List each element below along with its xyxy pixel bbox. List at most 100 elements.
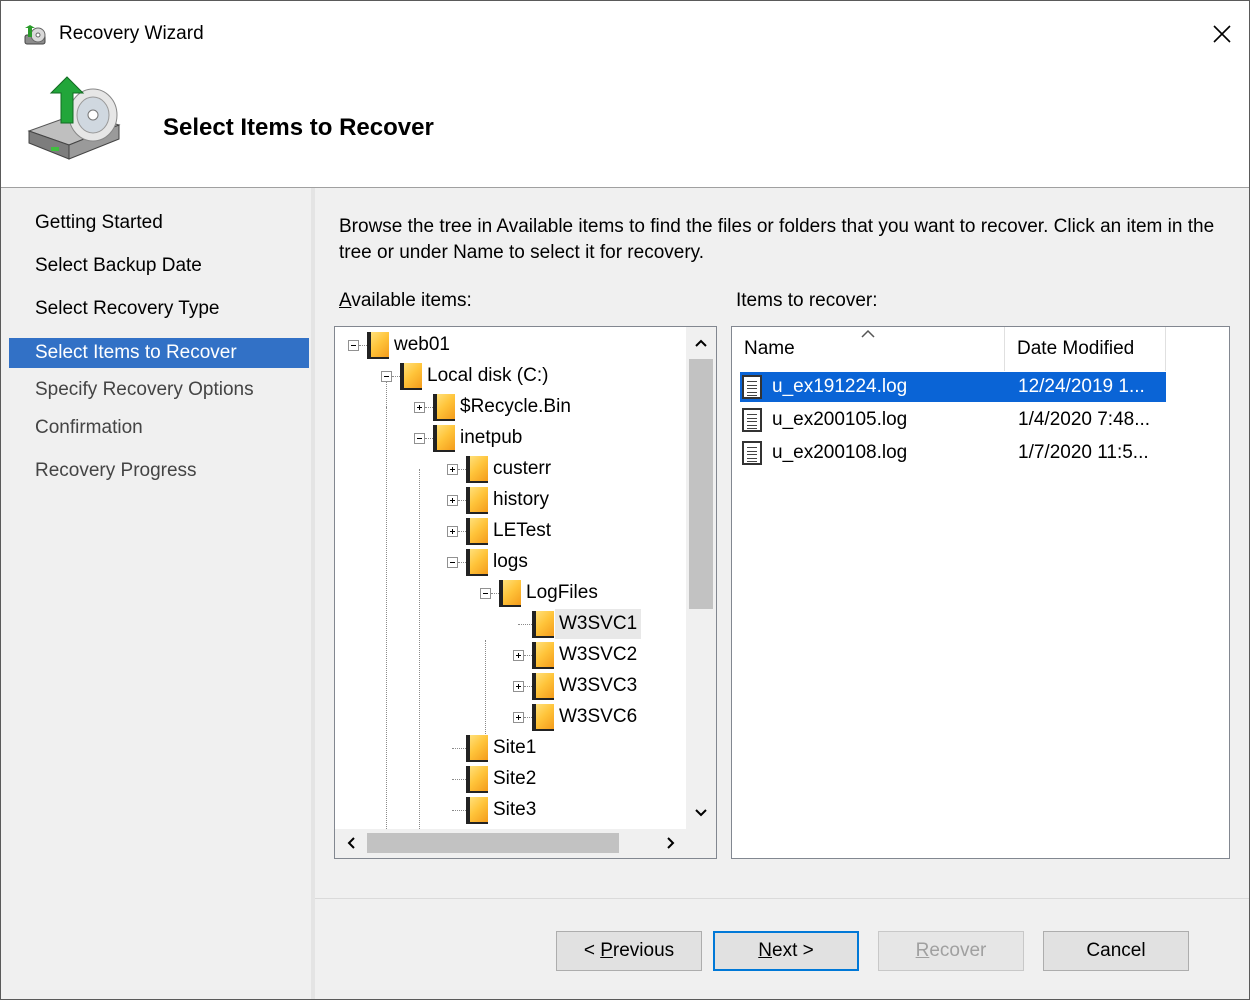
- tree-item-logs[interactable]: logs: [489, 547, 532, 577]
- step-select-recovery-type[interactable]: Select Recovery Type: [9, 294, 309, 324]
- scroll-right-icon[interactable]: [661, 833, 681, 853]
- collapse-icon[interactable]: [480, 588, 491, 599]
- expand-icon[interactable]: [513, 650, 524, 661]
- tree-connector: [458, 562, 466, 564]
- tree-item-letest[interactable]: LETest: [489, 516, 555, 546]
- tree-item-w3svc2[interactable]: W3SVC2: [555, 640, 641, 670]
- tree-connector: [491, 593, 499, 595]
- step-specify-recovery-options[interactable]: Specify Recovery Options: [9, 375, 309, 405]
- expand-icon[interactable]: [447, 464, 458, 475]
- tree-vertical-scroll-thumb[interactable]: [689, 359, 713, 609]
- available-items-label: Available items:: [339, 290, 472, 312]
- tree-connector: [458, 500, 466, 502]
- folder-icon: [400, 363, 422, 390]
- collapse-icon[interactable]: [381, 371, 392, 382]
- previous-button-label: revious: [612, 940, 675, 961]
- recovery-wizard-window: Recovery Wizard Select Items to Recover …: [0, 0, 1250, 1000]
- cancel-button[interactable]: Cancel: [1043, 931, 1189, 971]
- folder-icon: [433, 394, 455, 421]
- available-items-tree[interactable]: web01 Local disk (C:) $Recycle.Bin inetpub c…: [334, 326, 717, 859]
- tree-item-w3svc6[interactable]: W3SVC6: [555, 702, 641, 732]
- expand-icon[interactable]: [513, 681, 524, 692]
- step-select-items-to-recover[interactable]: Select Items to Recover: [9, 338, 309, 368]
- folder-icon: [466, 549, 488, 576]
- column-header-date-modified[interactable]: Date Modified: [1005, 327, 1166, 371]
- expand-icon[interactable]: [447, 526, 458, 537]
- next-button[interactable]: Next >: [713, 931, 859, 971]
- page-title: Select Items to Recover: [163, 114, 434, 141]
- expand-icon[interactable]: [414, 402, 425, 413]
- scroll-left-icon[interactable]: [341, 833, 361, 853]
- tree-horizontal-scroll-thumb[interactable]: [367, 833, 619, 853]
- list-item[interactable]: u_ex200108.log 1/7/2020 11:5...: [740, 438, 1166, 468]
- tree-item-custerr[interactable]: custerr: [489, 454, 555, 484]
- tree-item-site2[interactable]: Site2: [489, 764, 540, 794]
- tree-item-logfiles[interactable]: LogFiles: [522, 578, 602, 608]
- collapse-icon[interactable]: [414, 433, 425, 444]
- collapse-icon[interactable]: [348, 340, 359, 351]
- scroll-down-icon[interactable]: [691, 803, 711, 823]
- list-item[interactable]: u_ex191224.log 12/24/2019 1...: [740, 372, 1166, 402]
- tree-vertical-scrollbar[interactable]: [686, 327, 716, 829]
- folder-icon: [532, 642, 554, 669]
- tree-connector: [458, 469, 466, 471]
- tree-connector: [359, 345, 367, 347]
- tree-item-web01[interactable]: web01: [390, 330, 454, 360]
- window-title: Recovery Wizard: [59, 23, 204, 44]
- document-icon: [742, 375, 762, 399]
- previous-button-accel: P: [600, 940, 613, 961]
- recovery-wizard-icon: [24, 25, 46, 45]
- available-items-label-accel: A: [339, 290, 352, 311]
- recover-button[interactable]: Recover: [878, 931, 1024, 971]
- folder-icon: [466, 735, 488, 762]
- scroll-corner: [686, 829, 716, 858]
- expand-icon[interactable]: [447, 495, 458, 506]
- tree-item-w3svc3[interactable]: W3SVC3: [555, 671, 641, 701]
- tree-connector: [386, 376, 388, 829]
- tree-item-recycle-bin[interactable]: $Recycle.Bin: [456, 392, 575, 422]
- file-name: u_ex191224.log: [772, 376, 908, 397]
- close-button[interactable]: [1205, 17, 1239, 51]
- recover-button-accel: R: [915, 940, 930, 961]
- folder-icon: [466, 518, 488, 545]
- list-item[interactable]: u_ex200105.log 1/4/2020 7:48...: [740, 405, 1166, 435]
- next-button-accel: N: [758, 940, 772, 961]
- expand-icon[interactable]: [513, 712, 524, 723]
- items-to-recover-list[interactable]: Name Date Modified u_ex191224.log 12/24/2…: [731, 326, 1230, 859]
- main-content: Browse the tree in Available items to fi…: [315, 188, 1249, 999]
- tree-item-inetpub[interactable]: inetpub: [456, 423, 526, 453]
- next-button-label: ext >: [772, 940, 814, 961]
- column-header-name[interactable]: Name: [732, 327, 1005, 371]
- step-select-backup-date[interactable]: Select Backup Date: [9, 251, 309, 281]
- folder-icon: [466, 797, 488, 824]
- tree-connector: [392, 376, 400, 378]
- scroll-up-icon[interactable]: [691, 333, 711, 353]
- file-date-modified: 1/7/2020 11:5...: [1018, 442, 1149, 463]
- items-to-recover-label: Items to recover:: [736, 290, 878, 311]
- tree-item-history[interactable]: history: [489, 485, 553, 515]
- backup-disk-icon: [27, 76, 121, 160]
- previous-button-prefix: <: [583, 940, 601, 961]
- tree-item-site1[interactable]: Site1: [489, 733, 540, 763]
- collapse-icon[interactable]: [447, 557, 458, 568]
- tree-content: web01 Local disk (C:) $Recycle.Bin inetpub c…: [335, 327, 685, 829]
- document-icon: [742, 408, 762, 432]
- file-name: u_ex200105.log: [772, 409, 908, 430]
- step-confirmation[interactable]: Confirmation: [9, 413, 309, 443]
- previous-button[interactable]: < Previous: [556, 931, 702, 971]
- column-header-name-label: Name: [744, 338, 795, 359]
- tree-item-w3svc1[interactable]: W3SVC1: [555, 609, 642, 639]
- tree-connector: [524, 686, 532, 688]
- tree-horizontal-scrollbar[interactable]: [335, 829, 686, 858]
- cancel-button-label: Cancel: [1086, 940, 1146, 961]
- tree-item-site3[interactable]: Site3: [489, 795, 540, 825]
- steps-pane: Getting Started Select Backup Date Select …: [1, 188, 312, 999]
- tree-connector: [458, 531, 466, 533]
- step-getting-started[interactable]: Getting Started: [9, 208, 309, 238]
- folder-icon: [532, 611, 554, 638]
- tree-connector: [452, 779, 466, 781]
- step-recovery-progress[interactable]: Recovery Progress: [9, 456, 309, 486]
- sort-ascending-icon: [861, 329, 875, 338]
- tree-item-local-disk-c[interactable]: Local disk (C:): [423, 361, 552, 391]
- tree-connector: [518, 624, 532, 626]
